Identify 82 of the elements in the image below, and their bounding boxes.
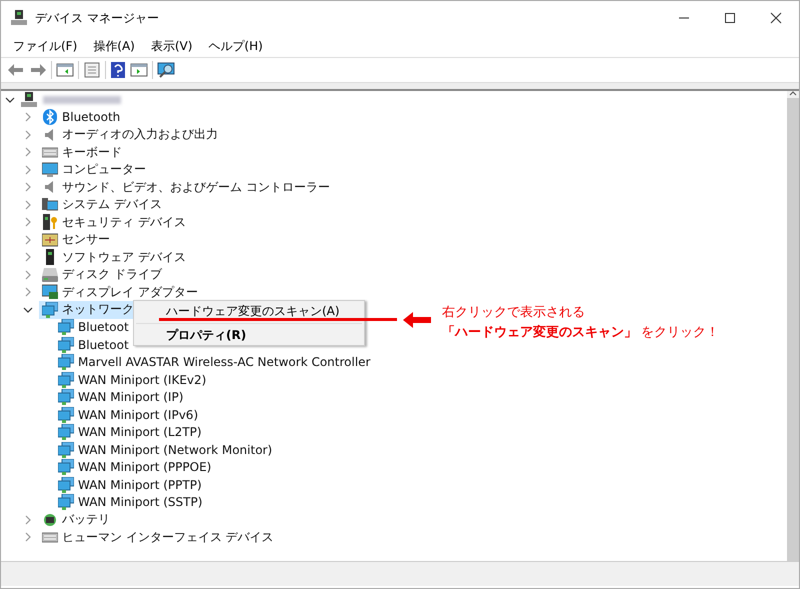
tree-item[interactable]: WAN Miniport (IPv6) <box>55 406 202 424</box>
expand-chevron-icon[interactable] <box>23 234 33 245</box>
expand-chevron-icon[interactable] <box>23 514 33 525</box>
menu-item[interactable]: ハードウェア変更のスキャン(A) <box>134 302 364 321</box>
device-icon <box>58 424 74 440</box>
tree-item[interactable]: コンピューター <box>39 161 149 178</box>
device-icon <box>42 512 58 528</box>
device-icon <box>58 336 74 353</box>
expand-chevron-icon[interactable] <box>23 147 33 158</box>
device-icon <box>42 109 58 126</box>
device-icon <box>42 266 58 283</box>
tree-item[interactable]: ディスプレイ アダプター <box>39 284 201 301</box>
device-icon <box>42 162 58 178</box>
device-icon <box>42 196 58 213</box>
tree-item[interactable]: WAN Miniport (IP) <box>55 388 186 406</box>
forward-arrow-icon[interactable] <box>29 62 47 78</box>
app-icon <box>11 10 27 26</box>
tree-item[interactable]: センサー <box>39 231 113 248</box>
maximize-icon <box>724 12 736 24</box>
device-icon <box>58 389 74 406</box>
pointer-arrow-icon <box>403 312 431 328</box>
tree-item[interactable]: ディスク ドライブ <box>39 266 165 284</box>
tree-item[interactable]: Bluetoot <box>55 336 132 354</box>
device-icon <box>58 354 74 370</box>
tree-item[interactable] <box>21 92 121 108</box>
menu-item[interactable]: プロパティ(R) <box>134 326 364 344</box>
device-icon <box>42 214 58 230</box>
expand-chevron-icon[interactable] <box>23 112 33 122</box>
close-icon <box>770 12 782 24</box>
action-pane-icon[interactable] <box>130 62 148 78</box>
tree-item[interactable]: Marvell AVASTAR Wireless-AC Network Controller <box>55 354 374 371</box>
device-icon <box>58 372 74 388</box>
annotation-text: 「ハードウェア変更のスキャン」 をクリック！ <box>442 324 720 342</box>
menu-item[interactable]: ヘルプ(H) <box>200 38 271 54</box>
expand-chevron-icon[interactable] <box>23 252 33 262</box>
device-icon <box>42 232 58 248</box>
expand-chevron-icon[interactable] <box>23 217 33 228</box>
expand-chevron-icon[interactable] <box>23 182 33 192</box>
tree-item[interactable]: WAN Miniport (SSTP) <box>55 494 206 511</box>
expand-chevron-icon[interactable] <box>23 200 33 210</box>
collapse-chevron-icon[interactable] <box>23 304 33 315</box>
tree-item[interactable]: オーディオの入力および出力 <box>39 126 221 144</box>
scrollbar[interactable] <box>787 91 799 561</box>
collapse-chevron-icon[interactable] <box>5 94 15 105</box>
expand-chevron-icon[interactable] <box>23 164 33 175</box>
window-title: デバイス マネージャー <box>35 10 159 26</box>
expand-chevron-icon[interactable] <box>23 270 33 280</box>
expand-chevron-icon[interactable] <box>23 287 33 298</box>
menu-item[interactable]: ファイル(F) <box>5 38 86 54</box>
tree-item[interactable]: ヒューマン インターフェイス デバイス <box>39 528 277 546</box>
device-icon <box>58 406 74 423</box>
tree-item[interactable]: ソフトウェア デバイス <box>39 248 189 266</box>
tree-item[interactable]: キーボード <box>39 144 125 161</box>
device-icon <box>58 494 74 510</box>
tree-item[interactable]: Bluetooth <box>39 108 124 126</box>
console-tree-icon[interactable] <box>56 62 74 78</box>
device-icon <box>58 459 74 476</box>
expand-chevron-icon[interactable] <box>23 130 33 140</box>
device-icon <box>42 302 58 318</box>
tree-item[interactable]: Bluetoot <box>55 318 132 336</box>
back-arrow-icon[interactable] <box>7 62 25 78</box>
device-icon <box>58 442 74 458</box>
tree-item[interactable]: WAN Miniport (PPPOE) <box>55 458 214 476</box>
expand-chevron-icon[interactable] <box>23 532 33 542</box>
tree-item[interactable]: WAN Miniport (PPTP) <box>55 476 205 494</box>
device-icon <box>58 476 74 493</box>
tree-item[interactable]: WAN Miniport (Network Monitor) <box>55 441 276 458</box>
tree-item[interactable]: サウンド、ビデオ、およびゲーム コントローラー <box>39 178 333 196</box>
menu-item[interactable]: 操作(A) <box>85 38 143 54</box>
tree-item[interactable]: WAN Miniport (L2TP) <box>55 424 204 441</box>
monitor-search-icon[interactable] <box>157 61 177 79</box>
tree-item[interactable]: WAN Miniport (IKEv2) <box>55 371 210 388</box>
tree-item[interactable]: セキュリティ デバイス <box>39 214 189 231</box>
computer-icon <box>21 92 37 108</box>
annotation-text: 右クリックで表示される <box>442 304 586 322</box>
properties-icon[interactable] <box>83 62 101 78</box>
menu-item[interactable]: 表示(V) <box>142 38 200 54</box>
device-icon <box>42 284 58 300</box>
help-icon[interactable] <box>110 61 126 79</box>
tree-item[interactable]: システム デバイス <box>39 196 165 214</box>
tree-item[interactable]: バッテリ <box>39 511 113 528</box>
device-icon <box>58 319 74 336</box>
